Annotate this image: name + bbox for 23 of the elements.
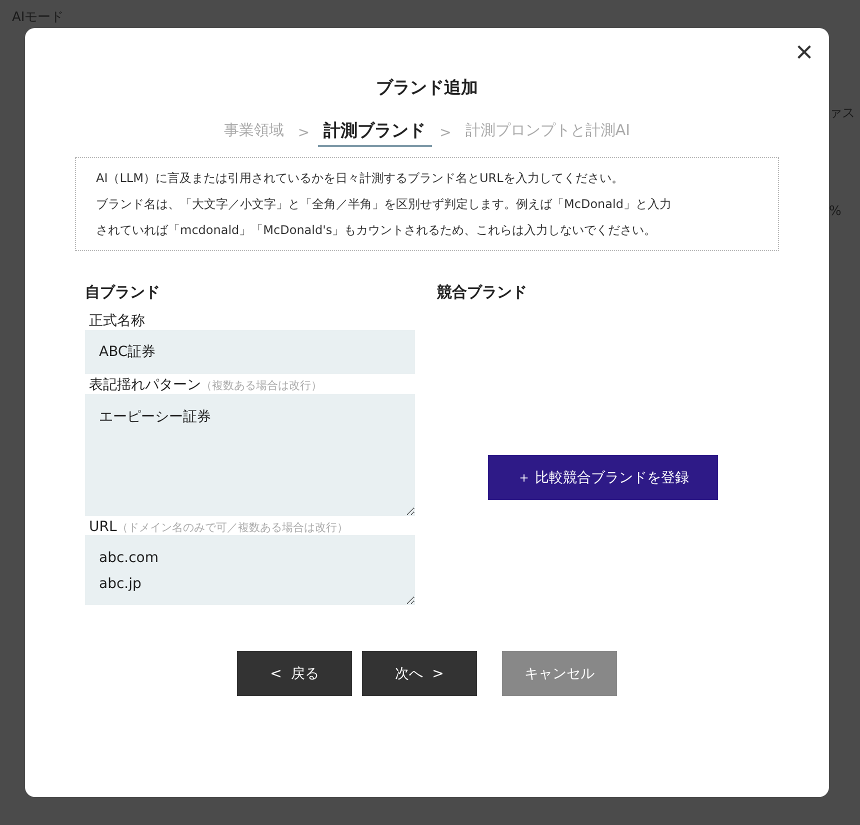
- step-tab[interactable]: 計測ブランド: [318, 119, 432, 147]
- field-hint: （ドメイン名のみで可／複数ある場合は改行）: [116, 521, 348, 534]
- cancel-button[interactable]: キャンセル: [502, 651, 617, 696]
- step-separator: >: [440, 125, 452, 141]
- input-field[interactable]: ABC証券: [85, 330, 415, 374]
- background-text: %: [829, 204, 842, 219]
- step-separator: >: [298, 125, 310, 141]
- section-heading: 自ブランド: [85, 283, 161, 302]
- field-hint: （複数ある場合は改行）: [201, 379, 322, 392]
- notice-text: AI（LLM）に言及または引用されているかを日々計測するブランド名とURLを入力してください。: [96, 170, 624, 187]
- add-competitor-button[interactable]: ＋ 比較競合ブランドを登録: [488, 455, 718, 500]
- field-label: 表記揺れパターン: [89, 377, 201, 393]
- section-heading: 競合ブランド: [437, 283, 528, 302]
- field-label: 正式名称: [89, 313, 145, 329]
- next-button[interactable]: 次へ >: [362, 651, 477, 696]
- text-area[interactable]: エーピーシー証券: [85, 394, 415, 516]
- dialog-title: ブランド追加: [376, 77, 478, 99]
- field-label: URL: [89, 519, 117, 535]
- notice-text: されていれば「mcdonald」「McDonald's」もカウントされるため、これらは入力しないでください。: [96, 222, 658, 239]
- text-area[interactable]: abc.com abc.jp: [85, 535, 415, 605]
- back-button[interactable]: < 戻る: [237, 651, 352, 696]
- close-button[interactable]: ×: [789, 36, 819, 70]
- notice-text: ブランド名は、「大文字／小文字」と「全角／半角」を区別せず判定します。例えば「McDonald」と入力: [96, 196, 672, 213]
